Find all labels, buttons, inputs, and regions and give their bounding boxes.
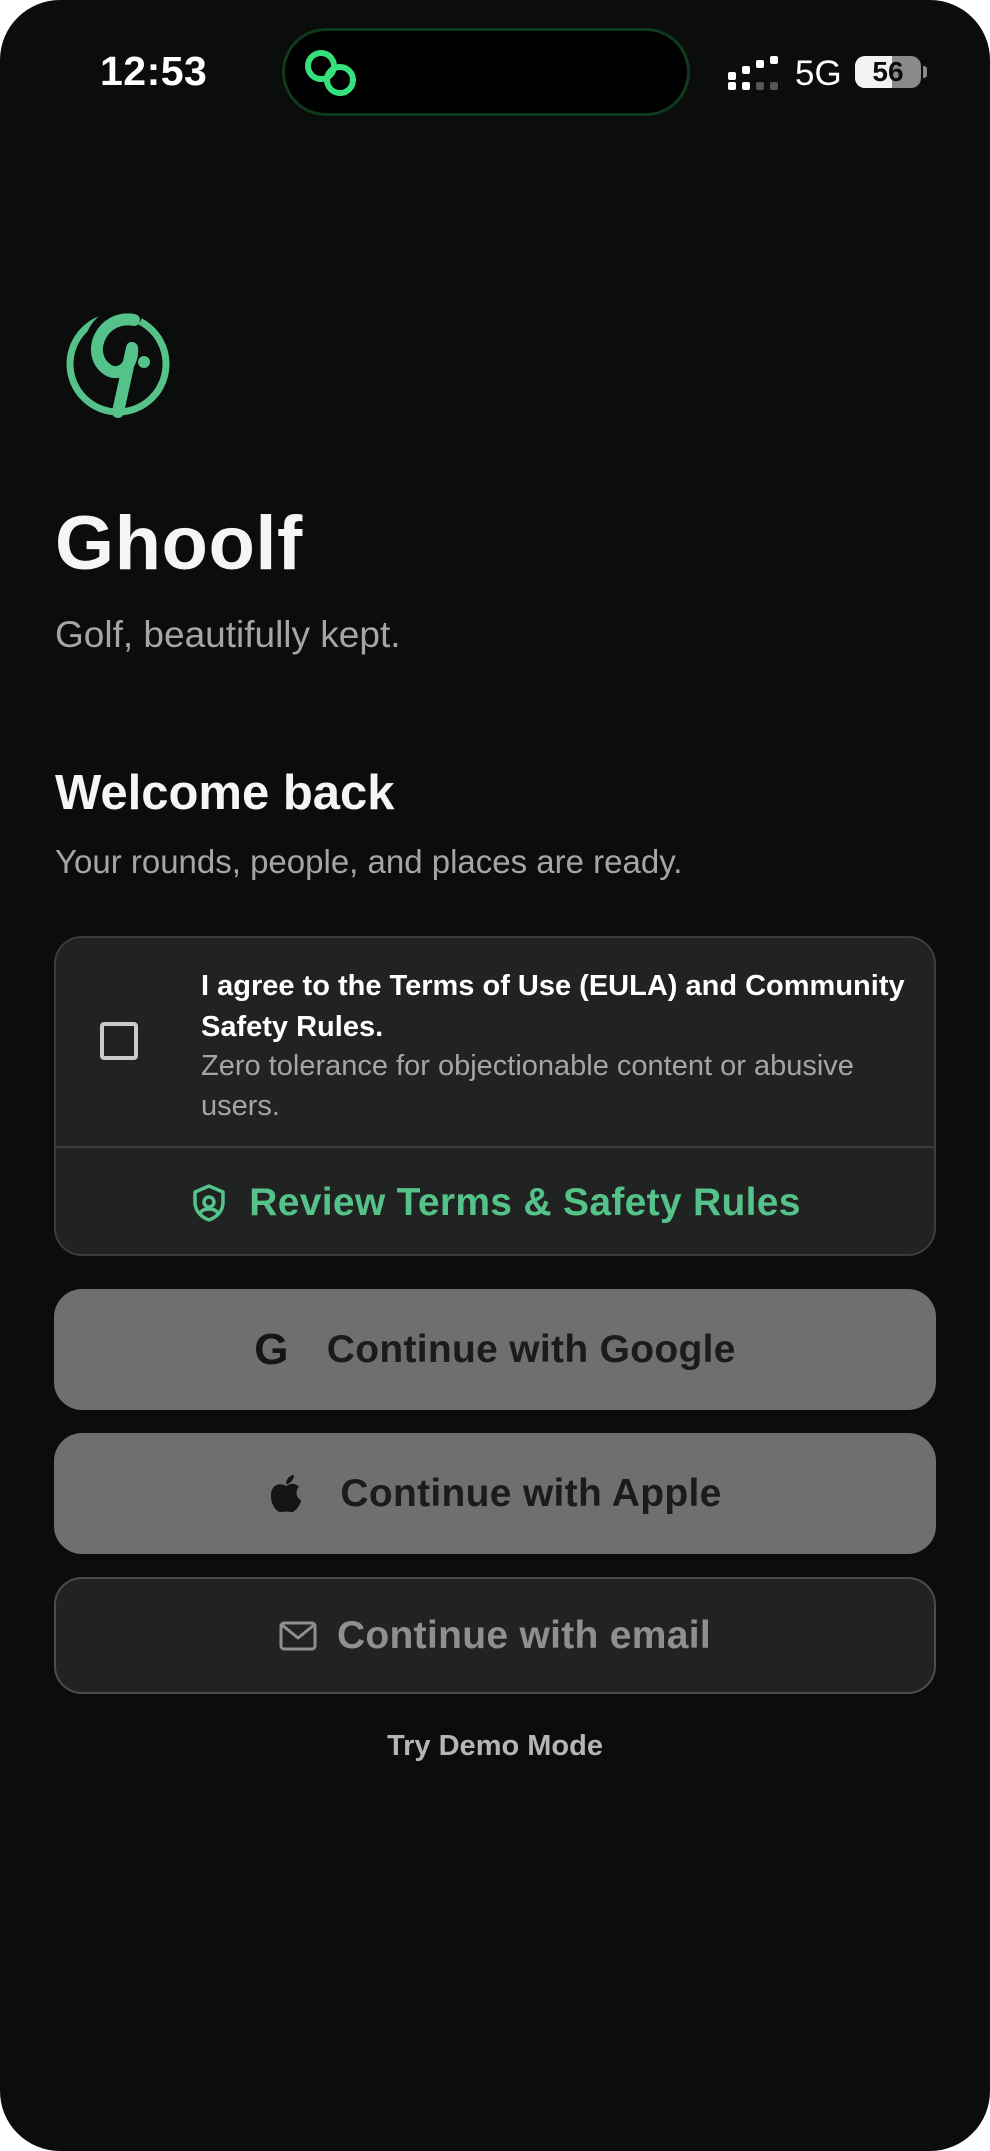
terms-tolerance-text: Zero tolerance for objectionable content… — [201, 1050, 854, 1122]
continue-google-button[interactable]: G Continue with Google — [54, 1289, 936, 1410]
signal-bars-icon — [728, 56, 778, 90]
continue-google-label: Continue with Google — [326, 1327, 736, 1371]
terms-checkbox[interactable] — [100, 1022, 138, 1060]
phone-screen: 12:53 5G 56 Ghoolf Golf, beautifully kep… — [0, 0, 990, 2151]
mail-icon — [279, 1621, 317, 1650]
ghoolf-logo-icon — [66, 305, 170, 418]
battery-percentage: 56 — [872, 56, 904, 87]
apple-icon — [271, 1474, 302, 1512]
continue-email-button[interactable]: Continue with email — [54, 1577, 936, 1694]
app-title: Ghoolf — [55, 501, 303, 586]
app-tagline: Golf, beautifully kept. — [55, 614, 401, 655]
continue-email-label: Continue with email — [336, 1613, 712, 1657]
google-icon: G — [254, 1324, 289, 1374]
review-terms-label: Review Terms & Safety Rules — [249, 1181, 801, 1224]
terms-agree-text[interactable]: I agree to the Terms of Use (EULA) and C… — [201, 966, 911, 1048]
try-demo-link[interactable]: Try Demo Mode — [0, 1730, 990, 1763]
review-terms-button[interactable]: Review Terms & Safety Rules — [56, 1148, 934, 1254]
shield-icon — [193, 1184, 226, 1222]
terms-card: I agree to the Terms of Use (EULA) and C… — [54, 936, 936, 1256]
welcome-subtitle: Your rounds, people, and places are read… — [55, 843, 683, 880]
network-type: 5G — [795, 54, 842, 93]
battery-cap — [923, 66, 927, 78]
status-time: 12:53 — [100, 48, 208, 94]
link-icon — [305, 50, 356, 96]
battery-indicator: 56 — [855, 56, 921, 88]
continue-apple-button[interactable]: Continue with Apple — [54, 1433, 936, 1554]
continue-apple-label: Continue with Apple — [340, 1471, 722, 1515]
dynamic-island — [282, 28, 690, 116]
welcome-heading: Welcome back — [55, 766, 395, 820]
